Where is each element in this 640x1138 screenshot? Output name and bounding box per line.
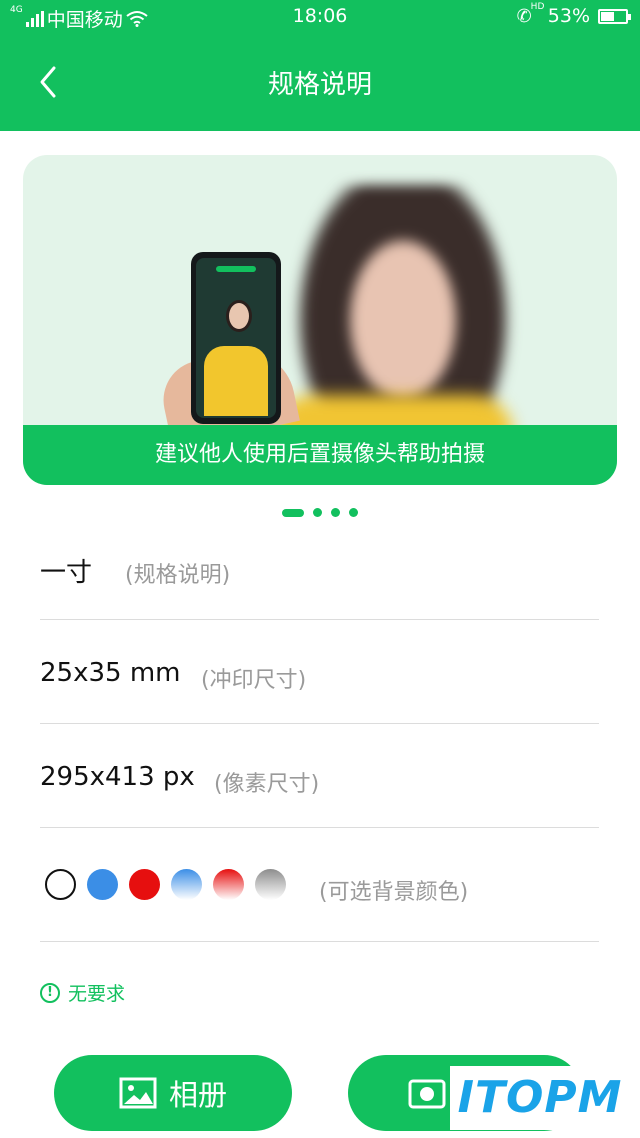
status-bar: 4G 中国移动 18:06 ✆ HD 53% <box>0 0 640 34</box>
pager-dot[interactable] <box>331 508 340 517</box>
spec-value: 一寸 <box>40 558 93 588</box>
page-title: 规格说明 <box>267 70 372 100</box>
image-icon <box>119 1077 157 1109</box>
call-icon: ✆ HD <box>516 1 545 27</box>
background-color-label: (可选背景颜色) <box>319 880 469 905</box>
exclamation-circle-icon: ! <box>40 982 60 1003</box>
carousel-pager <box>0 508 640 517</box>
spec-value: 25x35 mm <box>40 658 181 688</box>
phone-portrait-body <box>204 346 268 416</box>
call-badge: HD <box>530 1 545 12</box>
battery-icon <box>598 8 631 24</box>
phone-portrait-head <box>226 300 252 332</box>
color-swatches <box>45 869 286 900</box>
spec-value: 295x413 px <box>40 762 195 792</box>
phone-screen <box>196 258 276 418</box>
phone-screen-pill <box>216 266 256 272</box>
swatch-blue-gradient[interactable] <box>171 869 202 900</box>
spec-note: (冲印尺寸) <box>201 668 307 693</box>
swatch-red-gradient[interactable] <box>213 869 244 900</box>
pager-dot[interactable] <box>282 508 304 517</box>
album-button[interactable]: 相册 <box>54 1055 292 1131</box>
battery-percent: 53% <box>547 5 590 27</box>
swatch-white[interactable] <box>45 869 76 900</box>
swatch-red[interactable] <box>129 869 160 900</box>
spec-note: (像素尺寸) <box>214 772 320 797</box>
pager-dot[interactable] <box>313 508 322 517</box>
pager-dot[interactable] <box>349 508 358 517</box>
camera-icon <box>408 1079 446 1109</box>
banner-caption: 建议他人使用后置摄像头帮助拍摄 <box>23 425 617 485</box>
nav-bar: 规格说明 <box>0 34 640 131</box>
watermark-logo: ITOPM <box>450 1066 630 1130</box>
tip-text: 无要求 <box>68 983 126 1005</box>
status-right: ✆ HD 53% <box>516 1 631 27</box>
spec-row-size-name: 一寸 (规格说明) <box>40 540 599 620</box>
swatch-gray-gradient[interactable] <box>255 869 286 900</box>
spec-row-print-size: 25x35 mm (冲印尺寸) <box>40 620 599 724</box>
battery-fill <box>601 11 614 21</box>
swatch-blue[interactable] <box>87 869 118 900</box>
phone-illustration <box>191 252 281 424</box>
album-button-label: 相册 <box>168 1078 227 1112</box>
spec-row-pixel-size: 295x413 px (像素尺寸) <box>40 724 599 828</box>
requirement-tip: ! 无要求 <box>40 979 125 1006</box>
spec-note: (规格说明) <box>125 563 231 588</box>
banner-carousel[interactable]: 建议他人使用后置摄像头帮助拍摄 <box>23 155 617 485</box>
